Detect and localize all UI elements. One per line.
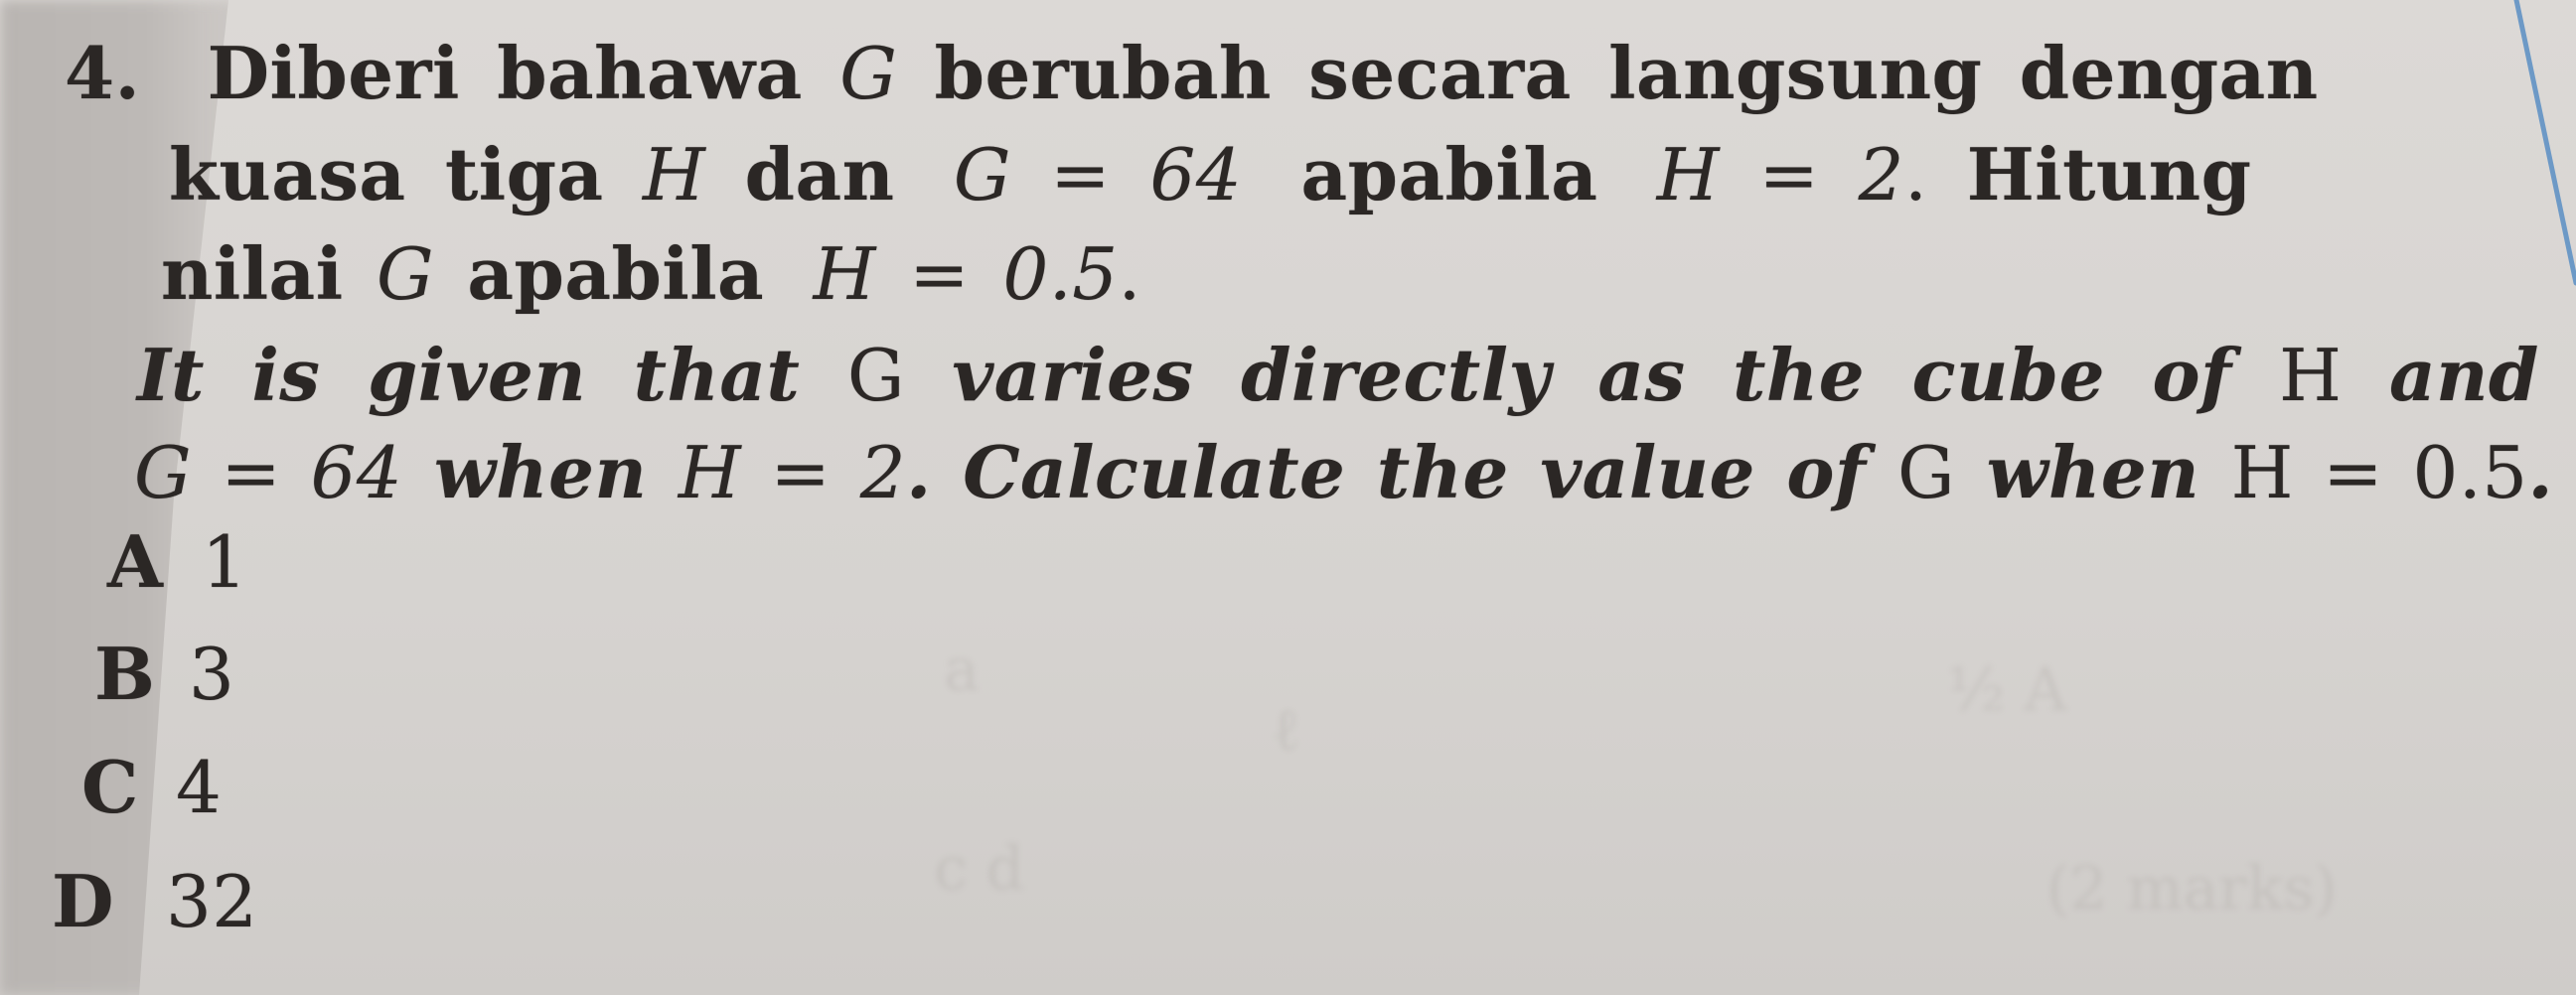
variable-h: H <box>642 133 706 216</box>
option-letter: C <box>81 745 139 829</box>
bleed-through-mark: ℓ <box>1272 695 1300 765</box>
variable-g: G <box>376 232 434 316</box>
variable-g: G <box>1896 431 1955 514</box>
bleed-through-mark: c d <box>934 834 1025 904</box>
variable-g: G <box>839 32 898 115</box>
bleed-through-mark: (2 marks) <box>2046 854 2338 924</box>
equation-h-0-5: H = 0.5 <box>813 232 1119 316</box>
option-c[interactable]: C4 <box>81 745 222 829</box>
option-value: 3 <box>189 633 235 716</box>
option-b[interactable]: B3 <box>94 632 234 716</box>
option-letter: A <box>107 519 164 604</box>
option-d[interactable]: D 32 <box>52 859 258 943</box>
option-value: 32 <box>166 860 258 943</box>
equation-h-2: H = 2 <box>1656 133 1904 216</box>
option-letter: D <box>52 859 114 943</box>
equation-h-0-5: H = 0.5 <box>2230 431 2528 514</box>
equation-g-64: G = 64 <box>134 431 403 514</box>
bleed-through-mark: ½ A <box>1947 655 2067 725</box>
question-english-line-2: G = 64 when H = 2. Calculate the value o… <box>134 430 2554 514</box>
question-malay-line-1: 4. Diberi bahawa G berubah secara langsu… <box>65 31 2319 115</box>
variable-g: G <box>846 334 905 417</box>
question-english-line-1: It is given that G varies directly as th… <box>137 333 2539 417</box>
question-malay-line-3: nilai G apabila H = 0.5. <box>161 231 1141 316</box>
option-a[interactable]: A1 <box>107 519 247 604</box>
option-letter: B <box>94 632 156 716</box>
bleed-through-mark: a <box>944 636 980 705</box>
equation-g-64: G = 64 <box>953 133 1243 216</box>
variable-h: H <box>2279 334 2343 417</box>
option-value: 1 <box>202 520 248 604</box>
question-number: 4. <box>65 31 141 115</box>
equation-h-2: H = 2 <box>678 431 907 514</box>
option-value: 4 <box>176 746 223 829</box>
question-malay-line-2: kuasa tiga H dan G = 64 apabila H = 2. H… <box>169 132 2252 216</box>
